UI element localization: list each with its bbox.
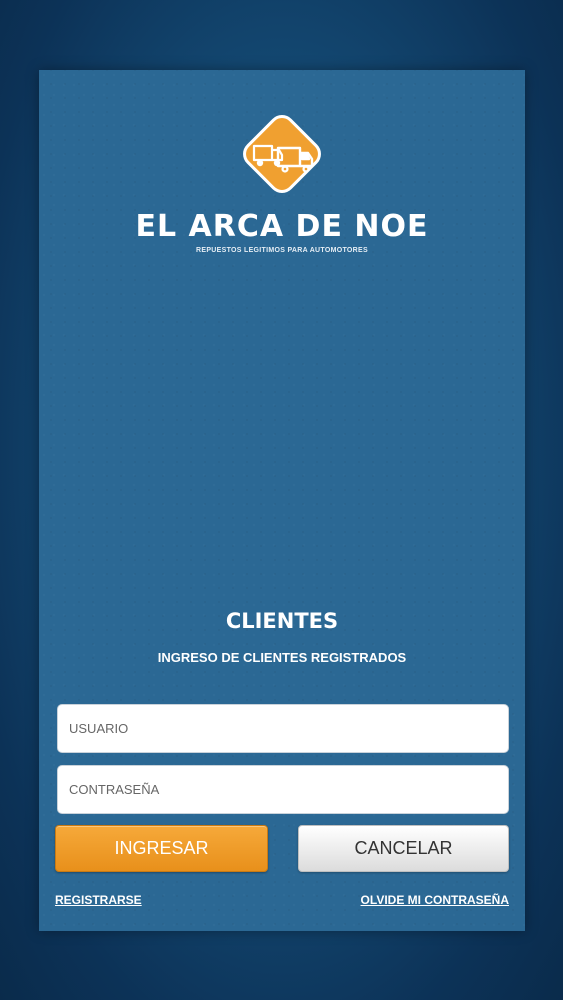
username-input[interactable]: [57, 704, 509, 753]
brand-logo: EL ARCA DE NOE REPUESTOS LEGITIMOS PARA …: [39, 106, 525, 255]
forgot-password-link[interactable]: OLVIDE MI CONTRASEÑA: [361, 892, 509, 908]
page-subtitle: INGRESO DE CLIENTES REGISTRADOS: [157, 650, 407, 665]
trucks-diamond-logo-icon: [243, 115, 321, 193]
password-input[interactable]: [57, 765, 509, 814]
brand-tagline: REPUESTOS LEGITIMOS PARA AUTOMOTORES: [196, 247, 368, 254]
register-link[interactable]: REGISTRARSE: [55, 892, 142, 908]
brand-name: EL ARCA DE NOE: [135, 209, 429, 244]
login-button[interactable]: INGRESAR: [55, 825, 268, 872]
login-panel: EL ARCA DE NOE REPUESTOS LEGITIMOS PARA …: [39, 70, 525, 931]
page-title: CLIENTES: [225, 609, 339, 633]
cancel-button[interactable]: CANCELAR: [298, 825, 509, 872]
